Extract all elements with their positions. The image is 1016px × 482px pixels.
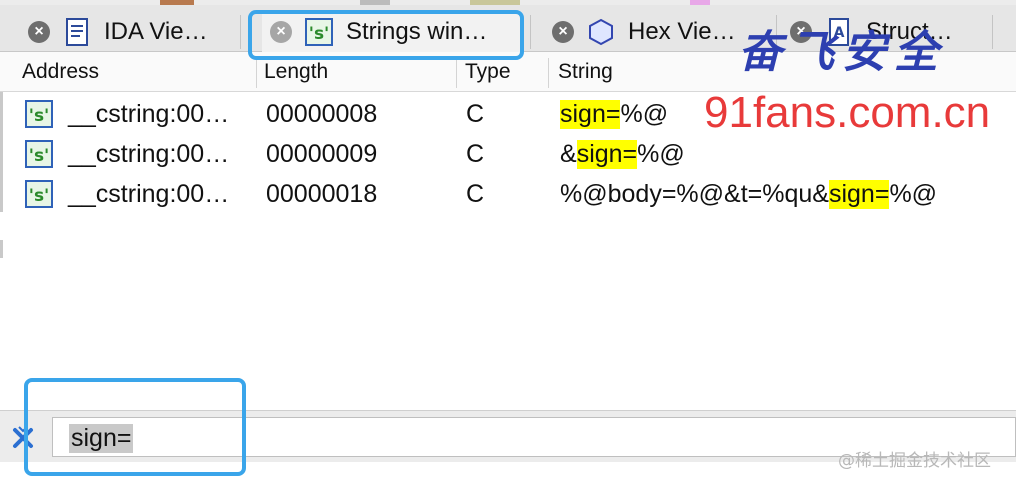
search-match-highlight: sign= <box>560 99 621 129</box>
column-address[interactable]: Address <box>22 52 99 92</box>
string-suffix: %@ <box>620 99 669 128</box>
string-row-icon: 's' <box>24 134 54 174</box>
column-divider[interactable] <box>456 58 457 88</box>
svg-text:'s': 's' <box>29 186 50 206</box>
column-divider[interactable] <box>548 58 549 88</box>
string-row-icon: 's' <box>24 94 54 134</box>
tab-strings-window[interactable]: × 's' Strings win… <box>262 11 520 52</box>
svg-text:'s': 's' <box>29 106 50 126</box>
string-prefix: & <box>560 139 577 168</box>
tab-divider <box>992 15 993 49</box>
close-icon[interactable]: × <box>270 20 292 43</box>
string-suffix: %@ <box>637 139 685 168</box>
strings-icon: 's' <box>25 140 53 168</box>
address-cell: __cstring:00… <box>68 139 230 168</box>
string-row-icon: 's' <box>24 174 54 214</box>
type-cell: C <box>466 139 485 168</box>
length-cell: 00000008 <box>266 99 378 128</box>
tab-divider <box>240 15 241 49</box>
search-input-value: sign= <box>69 424 134 453</box>
tab-label: Strings win… <box>346 17 488 45</box>
tab-divider <box>530 15 531 49</box>
address-cell: __cstring:00… <box>68 99 230 128</box>
column-length[interactable]: Length <box>264 52 328 92</box>
close-icon[interactable]: × <box>28 20 50 43</box>
strings-icon: 's' <box>25 180 53 208</box>
string-cell: & sign= %@ <box>560 134 685 174</box>
string-cell: sign= %@ <box>560 94 668 134</box>
column-divider[interactable] <box>256 58 257 88</box>
close-icon[interactable]: × <box>552 20 574 43</box>
strings-icon: 's' <box>25 100 53 128</box>
table-row[interactable]: 's' __cstring:00… 00000009 C & sign= %@ <box>0 134 1016 174</box>
search-match-highlight: sign= <box>576 139 638 169</box>
column-string[interactable]: String <box>558 52 613 92</box>
type-cell: C <box>466 99 485 128</box>
tab-label: IDA Vie… <box>104 17 208 45</box>
strings-icon: 's' <box>305 17 333 46</box>
ida-view-icon <box>66 17 88 46</box>
string-suffix: %@ <box>889 179 938 208</box>
table-row[interactable]: 's' __cstring:00… 00000018 C %@body=%@&t… <box>0 174 1016 214</box>
left-border <box>0 240 3 258</box>
length-cell: 00000009 <box>266 139 378 168</box>
column-type[interactable]: Type <box>465 52 511 92</box>
string-prefix: %@body=%@&t=%qu& <box>560 179 829 208</box>
tab-ida-view[interactable]: × IDA Vie… <box>18 11 240 52</box>
watermark-juejin: @稀土掘金技术社区 <box>838 451 991 471</box>
watermark-url: 91fans.com.cn <box>704 88 991 137</box>
hex-view-icon <box>589 18 613 45</box>
filter-close-icon[interactable] <box>10 425 36 451</box>
svg-text:'s': 's' <box>29 146 50 166</box>
watermark-logo-text: 奋飞安全 <box>738 27 946 78</box>
search-match-highlight: sign= <box>828 179 890 209</box>
address-cell: __cstring:00… <box>68 179 230 208</box>
type-cell: C <box>466 179 485 208</box>
tab-label: Hex Vie… <box>628 17 736 45</box>
length-cell: 00000018 <box>266 179 378 208</box>
svg-text:'s': 's' <box>309 24 330 44</box>
string-cell: %@body=%@&t=%qu& sign= %@ <box>560 174 937 214</box>
